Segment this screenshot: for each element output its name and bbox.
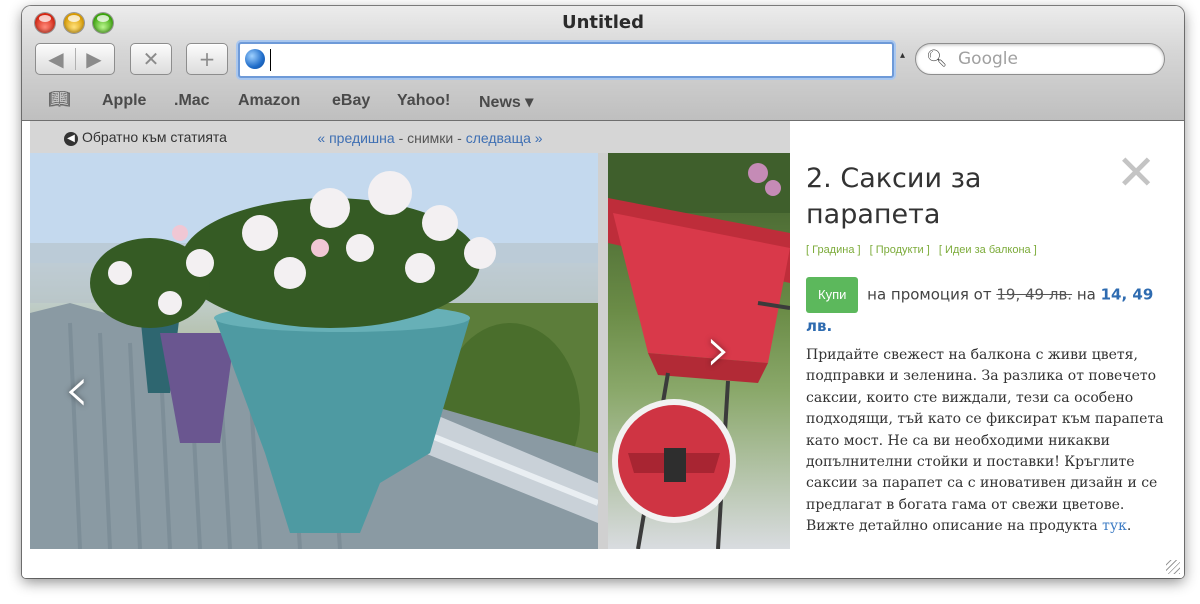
back-button[interactable]: ◀ — [37, 44, 75, 74]
window-title: Untitled — [561, 12, 645, 33]
next-photo-button[interactable]: › — [706, 313, 732, 387]
next-link[interactable]: следваща » — [466, 130, 543, 146]
details-link[interactable]: тук — [1102, 518, 1127, 534]
bookmarks-bar: 📖︎ Apple .Mac Amazon eBay Yahoo! News ▾ — [22, 87, 1184, 117]
bookmark-apple[interactable]: Apple — [102, 92, 146, 110]
browser-window: Untitled ◀▶ ✕ + ▴ 🔍︎ 📖︎ Apple .Mac Amazo… — [22, 6, 1184, 578]
price-row: Купи на промоция от 19, 49 лв. на 14, 49… — [806, 277, 1166, 339]
description-text: Придайте свежест на балкона с живи цветя… — [806, 347, 1164, 535]
address-bar[interactable] — [238, 42, 894, 78]
address-dropdown-icon[interactable]: ▴ — [900, 50, 905, 61]
buy-button[interactable]: Купи — [806, 277, 859, 313]
pager-separator: - снимки - — [398, 130, 462, 146]
search-icon[interactable]: 🔍︎ — [926, 49, 948, 69]
previous-photo-button[interactable]: ‹ — [64, 353, 90, 427]
description-end: . — [1126, 518, 1132, 535]
add-bookmark-button[interactable]: + — [186, 43, 228, 75]
photo-gallery: ◀ Обратно към статията « предишна - снимк… — [30, 121, 790, 549]
secondary-photo: › — [608, 153, 790, 549]
product-panel: ✕ 2. Саксии за парапета [ Градина ] [ Пр… — [790, 121, 1184, 578]
tag-garden[interactable]: [ Градина ] — [806, 244, 861, 256]
price-joiner: на — [1076, 285, 1096, 304]
product-title: 2. Саксии за парапета — [806, 163, 982, 230]
red-planter-image — [608, 153, 790, 549]
bookmark-amazon[interactable]: Amazon — [238, 92, 300, 110]
balcony-planters-image — [30, 153, 598, 549]
bookmark-news[interactable]: News ▾ — [479, 92, 533, 112]
text-caret — [270, 49, 271, 71]
globe-icon — [245, 49, 265, 69]
category-tags: [ Градина ] [ Продукти ] [ Идеи за балко… — [806, 244, 1043, 256]
divider — [75, 48, 76, 70]
bookmark-yahoo[interactable]: Yahoo! — [397, 92, 450, 110]
search-input[interactable] — [956, 47, 1155, 71]
bookmark-mac[interactable]: .Mac — [174, 92, 210, 110]
tag-products[interactable]: [ Продукти ] — [870, 244, 930, 256]
browser-toolbar: Untitled ◀▶ ✕ + ▴ 🔍︎ 📖︎ Apple .Mac Amazo… — [22, 6, 1184, 121]
main-photo: ‹ — [30, 153, 598, 549]
bookmark-ebay[interactable]: eBay — [332, 92, 370, 110]
search-field[interactable]: 🔍︎ — [915, 43, 1165, 75]
tag-balcony-ideas[interactable]: [ Идеи за балкона ] — [939, 244, 1037, 256]
close-icon[interactable]: ✕ — [1116, 149, 1156, 197]
old-price: 19, 49 лв. — [996, 285, 1073, 304]
product-description: Придайте свежест на балкона с живи цветя… — [806, 345, 1168, 538]
pager: « предишна - снимки - следваща » — [30, 130, 790, 146]
previous-link[interactable]: « предишна — [317, 130, 394, 146]
gallery-nav-bar: ◀ Обратно към статията « предишна - снимк… — [30, 121, 790, 153]
web-page: ◀ Обратно към статията « предишна - снимк… — [22, 121, 1184, 578]
stop-button[interactable]: ✕ — [130, 43, 172, 75]
open-book-icon[interactable]: 📖︎ — [48, 89, 71, 110]
back-forward-control: ◀ ▶ — [35, 43, 115, 75]
resize-handle[interactable] — [1166, 560, 1180, 574]
forward-button[interactable]: ▶ — [75, 44, 113, 74]
promo-text: на промоция от — [867, 285, 992, 304]
